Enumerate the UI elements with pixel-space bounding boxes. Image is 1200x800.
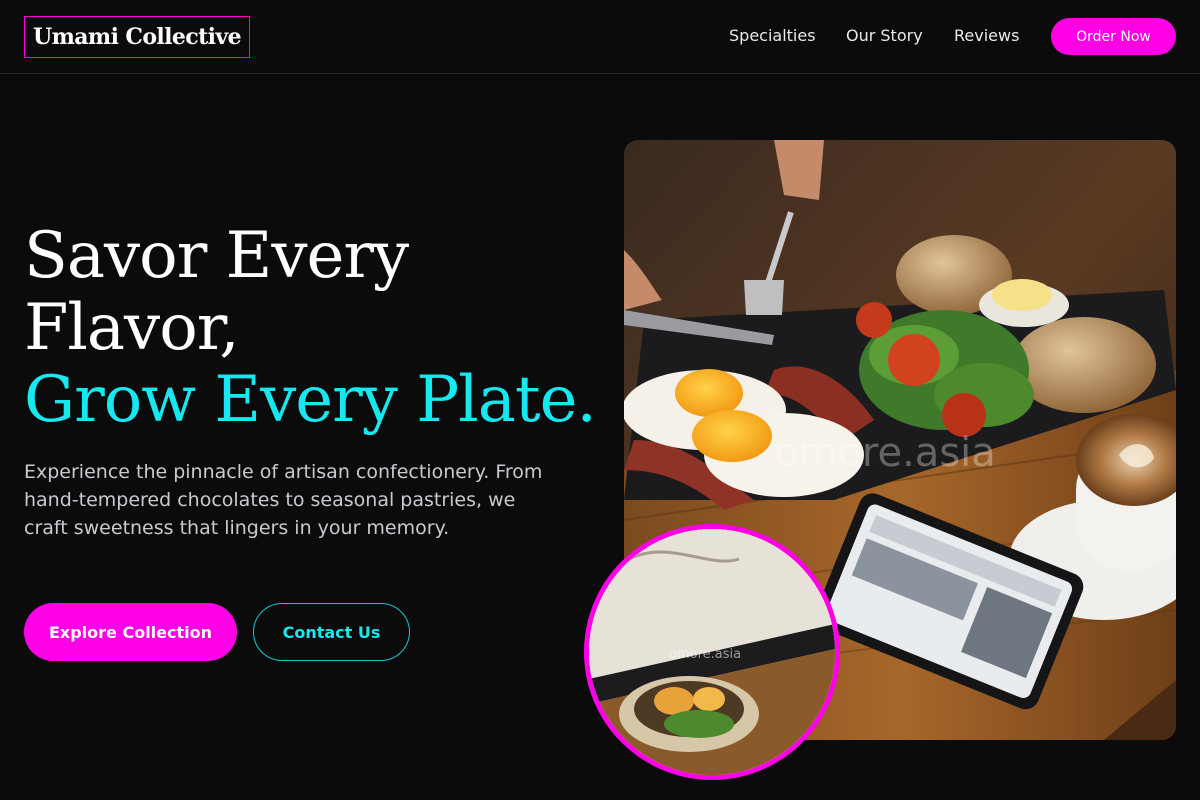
explore-collection-button[interactable]: Explore Collection <box>24 603 237 661</box>
site-header: Umami Collective Specialties Our Story R… <box>0 0 1200 74</box>
brand-logo[interactable]: Umami Collective <box>24 16 251 58</box>
hero-title-line-1: Savor Every <box>24 219 409 293</box>
inset-food-photo: omore.asia <box>584 524 840 780</box>
hero-description: Experience the pinnacle of artisan confe… <box>24 461 543 539</box>
hero-title-line-2: Flavor, <box>24 291 240 365</box>
order-now-button[interactable]: Order Now <box>1051 18 1176 55</box>
nav-link-specialties[interactable]: Specialties <box>729 26 816 45</box>
nav-link-reviews[interactable]: Reviews <box>954 26 1019 45</box>
contact-us-button[interactable]: Contact Us <box>253 603 410 661</box>
photo-watermark: omore.asia <box>774 430 996 476</box>
inset-watermark: omore.asia <box>669 647 742 662</box>
hero-title: Savor Every Flavor, Grow Every Plate. <box>24 219 597 437</box>
nav-link-our-story[interactable]: Our Story <box>846 26 923 45</box>
hero-title-accent-line: Grow Every Plate. <box>24 363 597 437</box>
